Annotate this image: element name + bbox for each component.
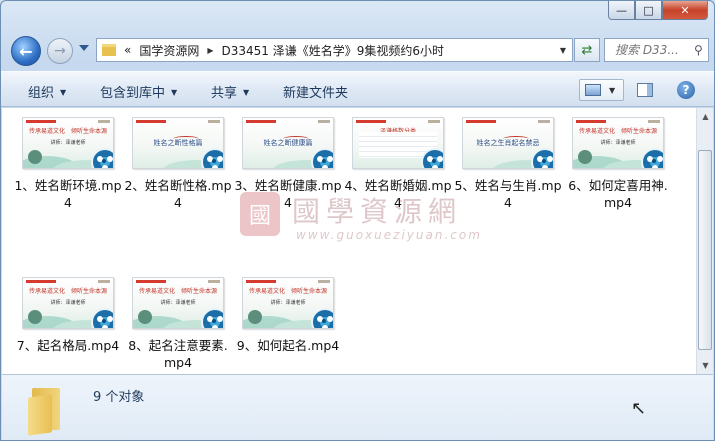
chevron-right-icon[interactable]: ▶	[207, 46, 213, 55]
explorer-window: — □ ✕ ← → « 国学资源网 ▶ D33451 泽谦《姓名学》9集视频约6…	[0, 0, 715, 441]
address-bar[interactable]: « 国学资源网 ▶ D33451 泽谦《姓名学》9集视频约6小时 ▼	[96, 38, 573, 62]
chevron-down-icon[interactable]: ▼	[554, 39, 572, 61]
folder-icon	[28, 384, 64, 436]
chevron-down-icon: ▼	[60, 88, 67, 97]
video-file-icon	[91, 148, 113, 168]
search-icon[interactable]: ⚲	[694, 43, 703, 57]
file-item[interactable]: 传承易道文化 倾听生命本源 讲师：泽谦老师 7、起名格局.mp4	[14, 277, 122, 354]
thumbnail-title: 姓名之生肖起名禁忌	[476, 139, 540, 147]
include-in-library-menu[interactable]: 包含到库中 ▼	[100, 82, 177, 101]
file-item[interactable]: 传承易道文化 倾听生命本源 讲师：泽谦老师 8、起名注意要素.mp4	[124, 277, 232, 371]
vertical-scrollbar[interactable]: ▲ ▼	[696, 108, 713, 374]
file-item[interactable]: 传承易道文化 倾听生命本源 讲师：泽谦老师 1、姓名断环境.mp4	[14, 117, 122, 211]
file-name: 1、姓名断环境.mp4	[14, 178, 122, 210]
scroll-down-button[interactable]: ▼	[697, 357, 713, 374]
item-count: 9 个对象	[93, 390, 145, 405]
navigation-bar: ← → « 国学资源网 ▶ D33451 泽谦《姓名学》9集视频约6小时 ▼ ⇄…	[1, 34, 714, 68]
chevron-down-icon: ▼	[609, 85, 616, 95]
chevron-down-icon: ▼	[171, 88, 178, 97]
video-thumbnail: 传承易道文化 倾听生命本源 讲师：泽谦老师	[572, 117, 664, 169]
chevron-down-icon: ▼	[243, 88, 250, 97]
file-item[interactable]: 姓名之生肖起名禁忌 5、姓名与生肖.mp4	[454, 117, 562, 211]
minimize-button[interactable]: —	[608, 1, 635, 20]
thumbnail-title: 传承易道文化 倾听生命本源	[578, 128, 657, 135]
video-file-icon	[201, 308, 223, 328]
thumbnail-title: 传承易道文化 倾听生命本源	[138, 288, 217, 295]
video-thumbnail: 传承易道文化 倾听生命本源 讲师：泽谦老师	[132, 277, 224, 329]
thumbnail-subtitle: 讲师：泽谦老师	[160, 300, 196, 306]
file-name: 7、起名格局.mp4	[16, 338, 120, 353]
close-button[interactable]: ✕	[662, 1, 708, 20]
file-item[interactable]: 姓名之断健康篇 3、姓名断健康.mp4	[234, 117, 342, 211]
file-name: 8、起名注意要素.mp4	[128, 338, 228, 370]
video-thumbnail: 传承易道文化 倾听生命本源 讲师：泽谦老师	[22, 117, 114, 169]
video-thumbnail: 姓名之断健康篇	[242, 117, 334, 169]
caption-buttons: — □ ✕	[608, 1, 708, 20]
recent-pages-dropdown[interactable]	[79, 45, 89, 51]
mouse-pointer-icon: ↖	[631, 398, 647, 419]
file-name: 6、如何定喜用神.mp4	[568, 178, 668, 210]
refresh-icon: ⇄	[581, 42, 593, 58]
search-box[interactable]: ⚲	[604, 38, 709, 62]
command-bar: 组织 ▼ 包含到库中 ▼ 共享 ▼ 新建文件夹 ▼ ?	[1, 71, 714, 107]
thumbnail-subtitle: 讲师：泽谦老师	[270, 300, 306, 306]
file-name: 4、姓名断婚姻.mp4	[344, 178, 452, 210]
thumbnail-subtitle: 讲师：泽谦老师	[600, 140, 636, 146]
thumbnail-title: 传承易道文化 倾听生命本源	[28, 128, 107, 135]
video-file-icon	[201, 148, 223, 168]
video-thumbnail: 姓名之断性格篇	[132, 117, 224, 169]
organize-menu[interactable]: 组织 ▼	[28, 82, 66, 101]
folder-icon	[102, 44, 116, 56]
refresh-button[interactable]: ⇄	[574, 38, 600, 62]
thumbnail-title: 姓名之断健康篇	[263, 139, 313, 147]
details-pane: 9 个对象	[2, 374, 713, 440]
file-item[interactable]: 传承易道文化 倾听生命本源 讲师：泽谦老师 6、如何定喜用神.mp4	[564, 117, 672, 211]
thumbnail-subtitle: 讲师：泽谦老师	[50, 300, 86, 306]
breadcrumb-item[interactable]: 国学资源网	[139, 42, 199, 59]
video-thumbnail: 姓名之生肖起名禁忌	[462, 117, 554, 169]
video-thumbnail: 传承易道文化 倾听生命本源 讲师：泽谦老师	[22, 277, 114, 329]
video-thumbnail: 泽谦格数分类	[352, 117, 444, 169]
video-file-icon	[421, 148, 443, 168]
watermark-url: www.guoxueziyuan.com	[296, 228, 482, 242]
video-file-icon	[641, 148, 663, 168]
thumbnail-title: 传承易道文化 倾听生命本源	[28, 288, 107, 295]
new-folder-button[interactable]: 新建文件夹	[283, 82, 348, 101]
video-thumbnail: 传承易道文化 倾听生命本源 讲师：泽谦老师	[242, 277, 334, 329]
scroll-up-button[interactable]: ▲	[697, 108, 713, 125]
arrow-left-icon: ←	[19, 41, 33, 61]
view-icon	[585, 84, 601, 96]
scroll-thumb[interactable]	[698, 150, 712, 350]
file-name: 2、姓名断性格.mp4	[124, 178, 232, 210]
file-item[interactable]: 传承易道文化 倾听生命本源 讲师：泽谦老师 9、如何起名.mp4	[234, 277, 342, 354]
share-menu[interactable]: 共享 ▼	[211, 82, 249, 101]
video-file-icon	[91, 308, 113, 328]
forward-button[interactable]: →	[47, 38, 73, 64]
change-view-button[interactable]: ▼	[579, 79, 624, 101]
arrow-right-icon: →	[54, 43, 66, 59]
help-button[interactable]: ?	[677, 81, 695, 99]
file-name: 9、如何起名.mp4	[236, 338, 340, 353]
thumbnail-subtitle: 讲师：泽谦老师	[50, 140, 86, 146]
search-input[interactable]	[613, 42, 691, 58]
file-item[interactable]: 姓名之断性格篇 2、姓名断性格.mp4	[124, 117, 232, 211]
breadcrumb-overflow[interactable]: «	[124, 43, 131, 57]
file-name: 5、姓名与生肖.mp4	[454, 178, 562, 210]
maximize-button[interactable]: □	[635, 1, 662, 20]
breadcrumb-current[interactable]: D33451 泽谦《姓名学》9集视频约6小时	[222, 42, 445, 59]
file-item[interactable]: 泽谦格数分类 4、姓名断婚姻.mp4	[344, 117, 452, 211]
video-file-icon	[311, 148, 333, 168]
preview-pane-button[interactable]	[637, 83, 653, 97]
file-name: 3、姓名断健康.mp4	[234, 178, 342, 210]
thumbnail-title: 姓名之断性格篇	[153, 139, 203, 147]
file-list-pane[interactable]: 传承易道文化 倾听生命本源 讲师：泽谦老师 1、姓名断环境.mp4 姓名之断性格篇 2、…	[2, 108, 713, 374]
video-file-icon	[311, 308, 333, 328]
video-file-icon	[531, 148, 553, 168]
thumbnail-title: 传承易道文化 倾听生命本源	[248, 288, 327, 295]
back-button[interactable]: ←	[11, 36, 41, 66]
